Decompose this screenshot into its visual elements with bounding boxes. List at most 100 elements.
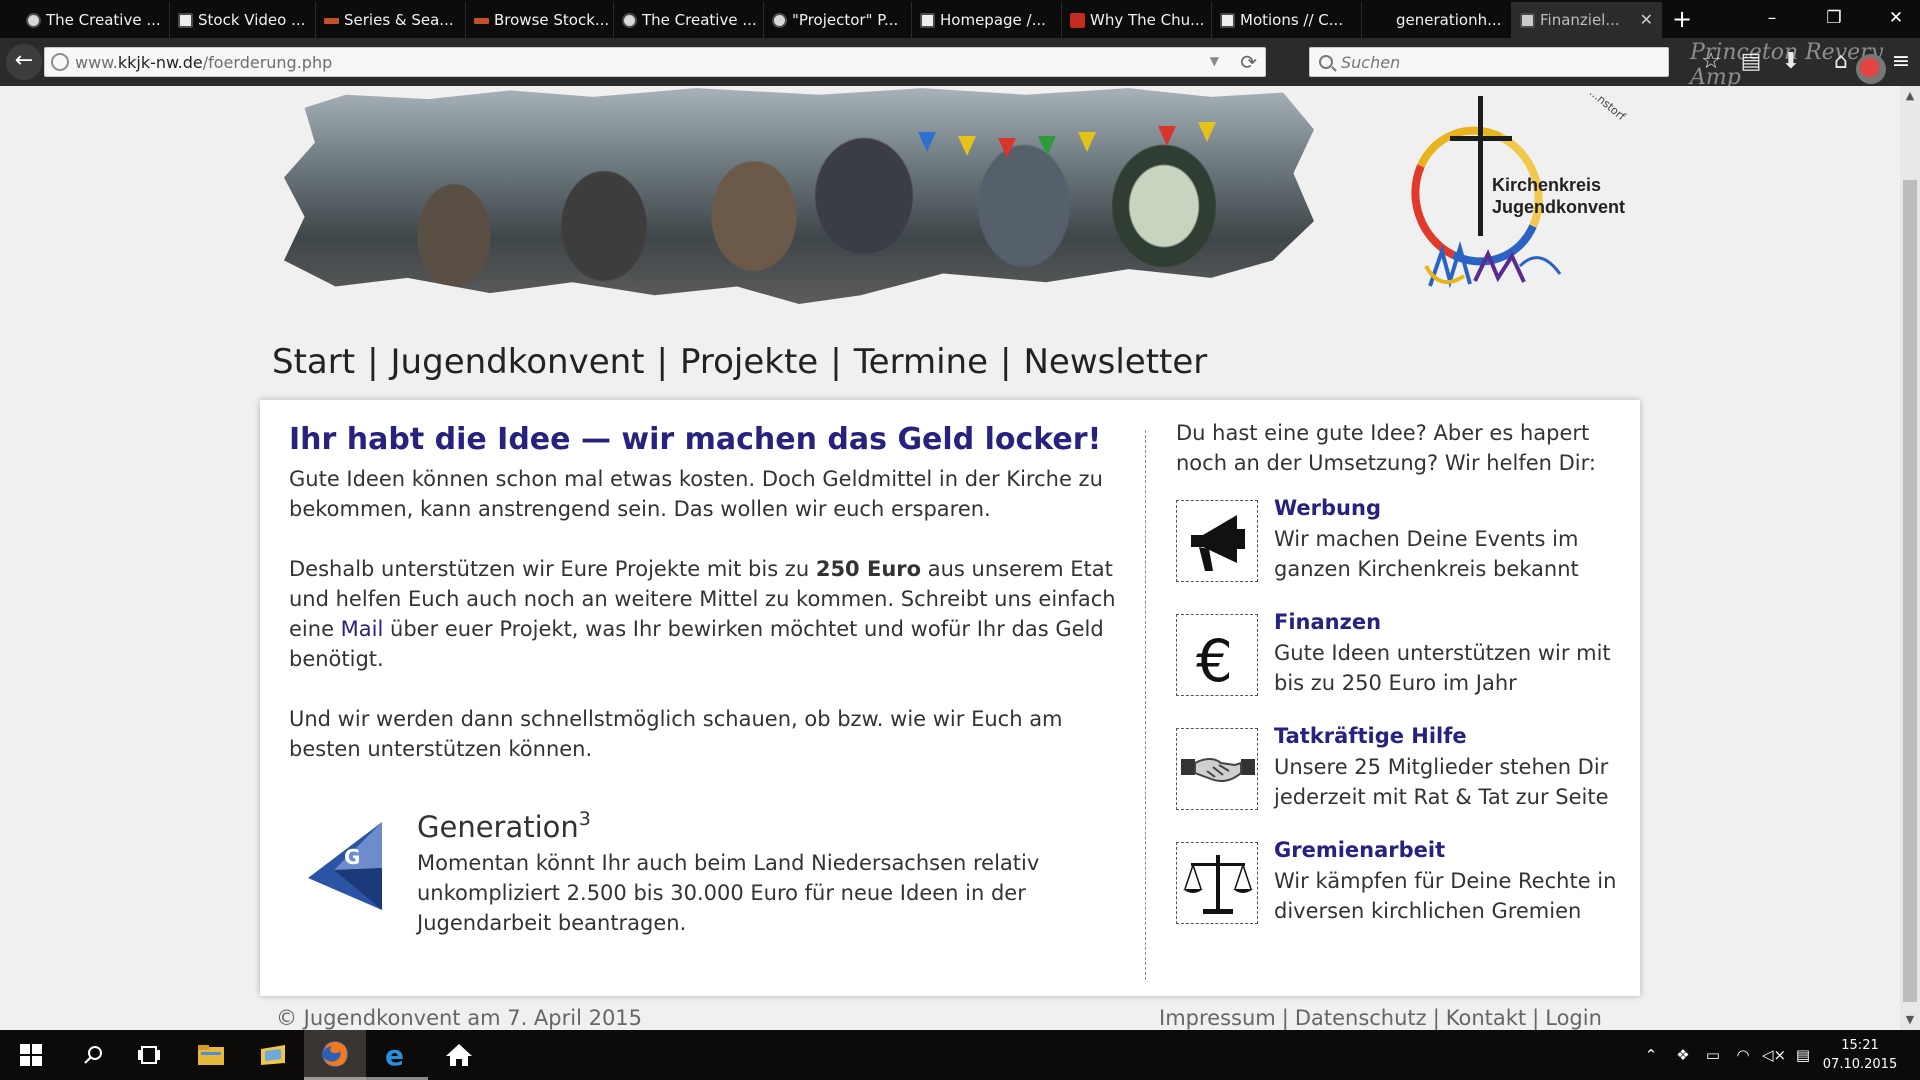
maximize-button[interactable]: ❐: [1814, 4, 1854, 32]
column-divider: [1145, 430, 1146, 980]
generation3-logo-icon[interactable]: G: [304, 820, 386, 912]
search-placeholder: Suchen: [1341, 52, 1401, 72]
nav-projekte[interactable]: Projekte: [680, 342, 818, 382]
group-photo-image: [284, 88, 1314, 304]
footer-link-datenschutz[interactable]: Datenschutz: [1295, 1006, 1427, 1030]
folder-button[interactable]: [242, 1030, 304, 1080]
task-view-icon: [138, 1046, 160, 1064]
page-title: Ihr habt die Idee — wir machen das Geld …: [289, 422, 1102, 457]
circle-logo-icon: [26, 13, 41, 28]
feature-text: Gute Ideen unterstützen wir mit bis zu 2…: [1274, 641, 1611, 695]
hamburger-menu-icon[interactable]: ≡: [1886, 48, 1916, 76]
feature-title[interactable]: Tatkräftige Hilfe: [1274, 724, 1467, 748]
search-bar[interactable]: Suchen: [1309, 47, 1669, 77]
tab-finanziell-active[interactable]: Finanziel... ✕: [1512, 2, 1662, 38]
taskbar: e ⌃ ❖ ▭ ◠ ◁× ▤ 15:21 07.10.2015: [0, 1030, 1920, 1080]
home-app-button[interactable]: [428, 1030, 490, 1080]
search-taskbar-button[interactable]: [62, 1030, 124, 1080]
kirchenkreis-logo[interactable]: Kirchenkreis Jugendkonvent ...nstorf: [1391, 86, 1650, 306]
nav-newsletter[interactable]: Newsletter: [1023, 342, 1207, 382]
footer-copyright: © Jugendkonvent am 7. April 2015: [276, 1006, 643, 1030]
tab-homepage[interactable]: Homepage /...: [912, 2, 1062, 38]
close-tab-icon[interactable]: ✕: [1640, 10, 1653, 29]
home-icon: [446, 1044, 472, 1066]
clock-time: 15:21: [1841, 1038, 1879, 1053]
volume-muted-icon[interactable]: ◁×: [1762, 1044, 1786, 1066]
tab-label: Browse Stock...: [494, 11, 610, 29]
scroll-down-arrow-icon[interactable]: ▼: [1900, 1010, 1920, 1030]
feature-title[interactable]: Gremienarbeit: [1274, 838, 1445, 862]
feature-title[interactable]: Finanzen: [1274, 610, 1381, 634]
download-icon[interactable]: ⬇: [1777, 48, 1805, 76]
minimize-button[interactable]: –: [1752, 4, 1792, 32]
footer-separator: |: [1532, 1006, 1540, 1030]
support-amount: 250 Euro: [815, 557, 922, 581]
tab-series-season[interactable]: Series & Sea...: [316, 2, 466, 38]
firefox-button[interactable]: [304, 1030, 366, 1080]
circle-logo-icon: [772, 13, 787, 28]
battery-icon[interactable]: ▭: [1702, 1044, 1724, 1066]
generation3-title[interactable]: Generation3: [417, 808, 591, 844]
nav-separator: |: [367, 342, 379, 382]
edge-button[interactable]: e: [366, 1030, 428, 1080]
feature-gremienarbeit: Gremienarbeit Wir kämpfen für Deine Rech…: [1176, 838, 1626, 932]
circle-logo-icon: [622, 13, 637, 28]
feature-text: Wir kämpfen für Deine Rechte in diversen…: [1274, 869, 1617, 923]
feature-text: Unsere 25 Mitglieder stehen Dir jederzei…: [1274, 755, 1609, 809]
tab-generation[interactable]: generationh...: [1362, 2, 1512, 38]
close-window-button[interactable]: ✕: [1876, 4, 1916, 32]
system-clock[interactable]: 15:21 07.10.2015: [1820, 1036, 1900, 1074]
new-tab-button[interactable]: +: [1668, 4, 1696, 34]
footer-links: Impressum | Datenschutz | Kontakt | Login: [1159, 1006, 1602, 1030]
search-icon: [84, 1046, 102, 1064]
bookmark-star-icon[interactable]: ☆: [1697, 48, 1725, 76]
nav-separator: |: [830, 342, 842, 382]
megaphone-icon: [1176, 500, 1258, 582]
nav-termine[interactable]: Termine: [854, 342, 988, 382]
intro-paragraph: Gute Ideen können schon mal etwas kosten…: [289, 467, 1103, 521]
notifications-icon[interactable]: ▤: [1792, 1044, 1814, 1066]
bookmarks-list-icon[interactable]: ▤: [1737, 48, 1765, 76]
scroll-up-arrow-icon[interactable]: ▲: [1900, 86, 1920, 106]
chevron-up-icon[interactable]: ⌃: [1640, 1044, 1662, 1066]
tab-the-creative-2[interactable]: The Creative ...: [614, 2, 764, 38]
feature-tatkraeftige-hilfe: Tatkräftige Hilfe Unsere 25 Mitglieder s…: [1176, 724, 1626, 818]
feature-title[interactable]: Werbung: [1274, 496, 1381, 520]
followup-paragraph: Und wir werden dann schnellstmöglich sch…: [289, 707, 1063, 761]
cross-logo-icon: [1520, 13, 1535, 28]
back-button[interactable]: ←: [6, 44, 42, 80]
scrollbar-thumb[interactable]: [1903, 180, 1917, 1002]
chevron-down-icon[interactable]: ▼: [1210, 54, 1219, 68]
task-view-button[interactable]: [118, 1030, 180, 1080]
search-icon: [1319, 55, 1333, 69]
tab-motions[interactable]: Motions // C...: [1212, 2, 1362, 38]
tab-projector[interactable]: "Projector" P...: [764, 2, 912, 38]
footer-link-impressum[interactable]: Impressum: [1159, 1006, 1276, 1030]
start-icon: [20, 1044, 42, 1066]
address-bar[interactable]: www.kkjk-nw.de/foerderung.php ▼ ⟳: [44, 47, 1266, 77]
logo-figures-icon: [1424, 240, 1562, 289]
nav-start[interactable]: Start: [272, 342, 355, 382]
tab-strip: The Creative ... Stock Video ... Series …: [0, 0, 1920, 38]
reload-icon[interactable]: ⟳: [1240, 50, 1257, 74]
logo-text: Kirchenkreis Jugendkonvent: [1492, 175, 1626, 217]
start-button[interactable]: [0, 1030, 62, 1080]
svg-text:e: e: [385, 1040, 404, 1068]
footer-link-kontakt[interactable]: Kontakt: [1446, 1006, 1526, 1030]
avatar[interactable]: [1856, 54, 1886, 84]
tab-label: The Creative ...: [46, 11, 161, 29]
home-icon[interactable]: ⌂: [1827, 48, 1855, 76]
tab-why-the-church[interactable]: Why The Chu...: [1062, 2, 1212, 38]
nav-jugendkonvent[interactable]: Jugendkonvent: [391, 342, 645, 382]
logo-arc-text: ...nstorf: [1586, 86, 1628, 124]
tab-label: Stock Video ...: [198, 11, 306, 29]
dropbox-icon[interactable]: ❖: [1672, 1044, 1694, 1066]
tab-stock-video[interactable]: Stock Video ...: [170, 2, 316, 38]
mail-link[interactable]: Mail: [341, 617, 384, 641]
tab-the-creative-1[interactable]: The Creative ...: [18, 2, 170, 38]
main-navigation: Start | Jugendkonvent | Projekte | Termine | New…: [272, 342, 1207, 382]
wifi-icon[interactable]: ◠: [1732, 1044, 1754, 1066]
footer-link-login[interactable]: Login: [1545, 1006, 1602, 1030]
file-explorer-button[interactable]: [180, 1030, 242, 1080]
tab-browse-stock[interactable]: Browse Stock...: [466, 2, 614, 38]
